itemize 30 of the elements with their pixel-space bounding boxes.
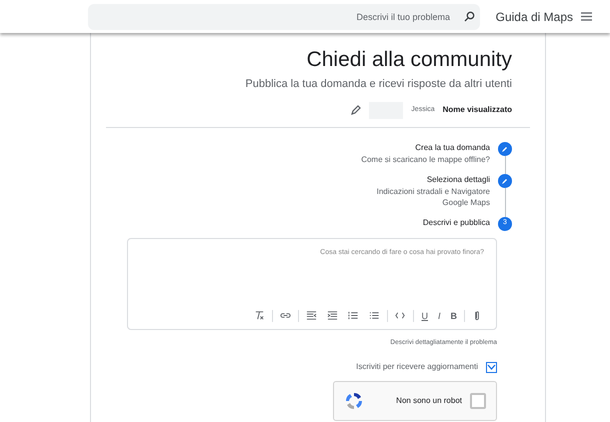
bold-button[interactable]: B — [448, 308, 460, 323]
step-icon — [498, 142, 512, 156]
underline-button[interactable]: U — [418, 308, 431, 323]
checkbox[interactable] — [486, 362, 497, 373]
app-title: Guida di Maps — [496, 8, 573, 26]
step-detail: Come si scaricano le mappe offline? — [361, 154, 490, 165]
checkbox-label: Iscriviti per ricevere aggiornamenti — [356, 361, 478, 374]
numbered-list-icon[interactable] — [348, 310, 360, 322]
captcha-checkbox[interactable] — [470, 393, 486, 410]
display-name-label: Nome visualizzato — [442, 104, 512, 116]
italic-button[interactable]: I — [434, 308, 444, 323]
bulleted-list-icon[interactable] — [369, 310, 380, 322]
recaptcha-logo-icon — [344, 391, 364, 412]
search-field[interactable]: Descrivi il tuo problema — [88, 4, 480, 30]
step-icon — [498, 174, 512, 188]
step-title: Crea la tua domanda — [414, 142, 490, 154]
step-title: Descrivi e pubblica — [422, 216, 490, 229]
page-subtitle: Pubblica la tua domanda e ricevi risposte da altri utenti — [244, 77, 512, 92]
outdent-icon[interactable] — [306, 310, 318, 322]
indent-icon[interactable] — [327, 310, 338, 322]
captcha-label: Non sono un robot — [396, 395, 462, 408]
search-icon[interactable] — [464, 11, 475, 22]
clear-format-icon[interactable] — [254, 310, 266, 322]
page-title: Chiedi alla community — [306, 47, 512, 72]
step-title: Seleziona dettagli — [426, 174, 490, 186]
step-detail: Google Maps — [441, 196, 490, 208]
step-detail: Indicazioni stradali e Navigatore — [376, 186, 490, 197]
code-icon[interactable] — [395, 310, 406, 322]
menu-icon[interactable] — [581, 12, 592, 21]
edit-icon[interactable] — [351, 105, 362, 116]
